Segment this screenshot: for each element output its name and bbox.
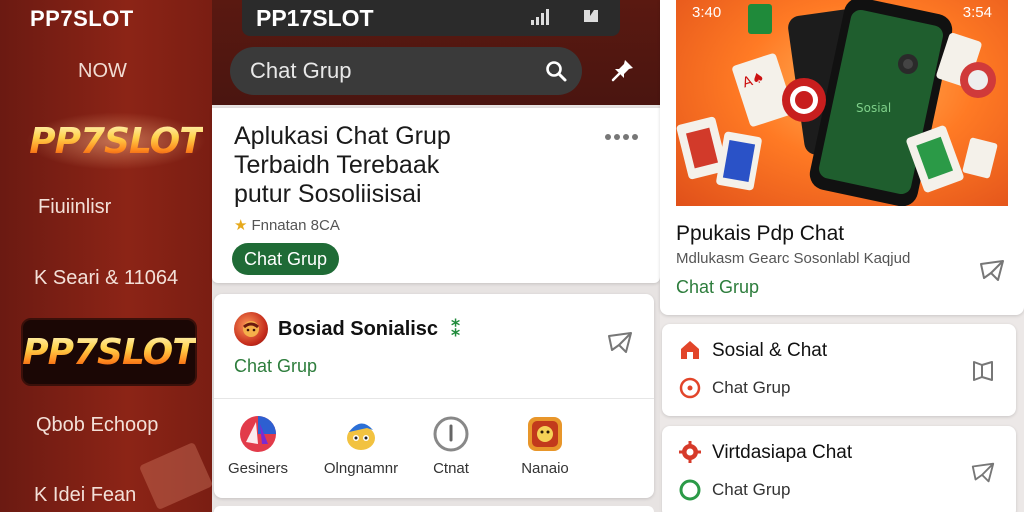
- quick-item-label-3: Ctnat: [433, 460, 469, 477]
- sidebar-logo-bottom[interactable]: PP7SLOT: [21, 318, 197, 386]
- group-card-1[interactable]: Sosial & Chat Chat Grup: [662, 324, 1016, 416]
- info-circle-icon: [433, 416, 469, 452]
- sidebar-brand[interactable]: PP7SLOT: [30, 6, 134, 32]
- gear-icon: [679, 441, 701, 463]
- quick-item-1[interactable]: Gesiners: [214, 414, 302, 477]
- app-info-card[interactable]: Aplukasi Chat Grup Terbaidh Terebaak put…: [212, 108, 660, 283]
- sparkle-icon: ⁑: [450, 316, 462, 341]
- sidebar-item-2[interactable]: K Seari & 11064: [34, 267, 178, 290]
- main-panel: PP17SLOT Chat Grup Aplukasi Chat Grup Te…: [212, 0, 660, 512]
- status-bar: PP17SLOT: [242, 0, 620, 36]
- share-icon[interactable]: [606, 330, 634, 356]
- top-header: PP17SLOT Chat Grup: [212, 0, 660, 105]
- signal-icon: [531, 9, 549, 25]
- app-title-line-1: Aplukasi Chat Grup: [234, 122, 451, 150]
- app-title-line-2: Terbaidh Terebaak: [234, 151, 440, 179]
- logo-text-bottom: PP7SLOT: [22, 331, 197, 373]
- divider: [214, 398, 654, 399]
- search-icon[interactable]: [544, 59, 568, 83]
- sidebar-item-4[interactable]: K Idei Fean: [34, 484, 136, 507]
- status-title: PP17SLOT: [256, 4, 374, 31]
- featured-link[interactable]: Chat Grup: [676, 277, 759, 298]
- quick-item-4[interactable]: Nanaio: [501, 414, 589, 477]
- post-title: Bosiad Sonialisc: [278, 317, 439, 340]
- sidebar-logo-top[interactable]: PP7SLOT: [26, 112, 206, 170]
- search-placeholder: Chat Grup: [250, 58, 352, 83]
- phone-and-cards-illustration: A♠ Sosial: [676, 0, 998, 206]
- circle-icon: [679, 377, 701, 399]
- share-icon[interactable]: [978, 258, 1006, 284]
- bookmark-icon[interactable]: [970, 358, 996, 384]
- logo-text-top: PP7SLOT: [29, 120, 204, 162]
- quick-item-2[interactable]: Olngnamnr: [317, 414, 405, 477]
- featured-app-card[interactable]: 3:40 3:54 A♠ Sosial Ppukais Pdp Chat Mdl…: [660, 0, 1024, 315]
- quick-item-3[interactable]: Ctnat: [407, 414, 495, 477]
- sidebar-item-3[interactable]: Qbob Echoop: [36, 414, 158, 437]
- post-subtitle[interactable]: Chat Grup: [234, 356, 317, 377]
- featured-title: Ppukais Pdp Chat: [676, 222, 845, 245]
- group-card-1-subtitle: Chat Grup: [712, 378, 791, 397]
- circle-icon: [679, 479, 701, 501]
- chat-grup-chip[interactable]: Chat Grup: [232, 243, 340, 275]
- featured-image: 3:40 3:54 A♠ Sosial: [676, 0, 1008, 206]
- playing-card-decoration: [138, 441, 214, 511]
- group-card-2-subtitle: Chat Grup: [712, 480, 791, 499]
- app-title: Aplukasi Chat Grup Terbaidh Terebaak put…: [234, 122, 534, 209]
- next-card-edge: [214, 506, 654, 512]
- quick-item-label-2: Olngnamnr: [323, 460, 399, 477]
- phone-screen-text: Sosial: [856, 101, 891, 115]
- share-icon[interactable]: [970, 460, 996, 486]
- colorful-app-icon: [240, 416, 276, 452]
- pin-icon[interactable]: [610, 57, 636, 83]
- group-card-2-title: Virtdasiapa Chat: [712, 442, 853, 463]
- social-post-card[interactable]: Bosiad Sonialisc ⁑ Chat Grup Gesiners Ol…: [214, 294, 654, 498]
- star-icon: ★: [234, 217, 248, 234]
- right-panel: 3:40 3:54 A♠ Sosial Ppukais Pdp Chat Mdl…: [660, 0, 1024, 512]
- rating-text: Fnnatan 8CA: [251, 216, 340, 234]
- sim-icon: [584, 10, 598, 22]
- group-card-2[interactable]: Virtdasiapa Chat Chat Grup: [662, 426, 1016, 512]
- group-card-1-title: Sosial & Chat: [712, 340, 828, 361]
- search-input[interactable]: Chat Grup: [230, 47, 582, 95]
- sidebar-now-label[interactable]: NOW: [78, 60, 127, 83]
- face-icon: [243, 321, 259, 337]
- rating-row: ★ Fnnatan 8CA: [234, 216, 340, 235]
- more-options-icon[interactable]: [604, 132, 638, 142]
- game-app-icon: [528, 417, 562, 451]
- character-app-icon: [347, 423, 375, 450]
- app-title-line-3: putur Sosoliisisai: [234, 180, 422, 208]
- quick-item-label-1: Gesiners: [227, 460, 289, 477]
- quick-item-label-4: Nanaio: [521, 460, 569, 477]
- avatar[interactable]: [234, 312, 268, 346]
- featured-description: Mdlukasm Gearc Sosonlabl Kaqjud: [676, 250, 911, 267]
- sidebar-item-1[interactable]: Fiuiinlisr: [38, 196, 111, 219]
- home-icon: [681, 341, 699, 359]
- sidebar: PP7SLOT NOW PP7SLOT Fiuiinlisr K Seari &…: [0, 0, 214, 512]
- post-header: Bosiad Sonialisc ⁑: [234, 312, 462, 346]
